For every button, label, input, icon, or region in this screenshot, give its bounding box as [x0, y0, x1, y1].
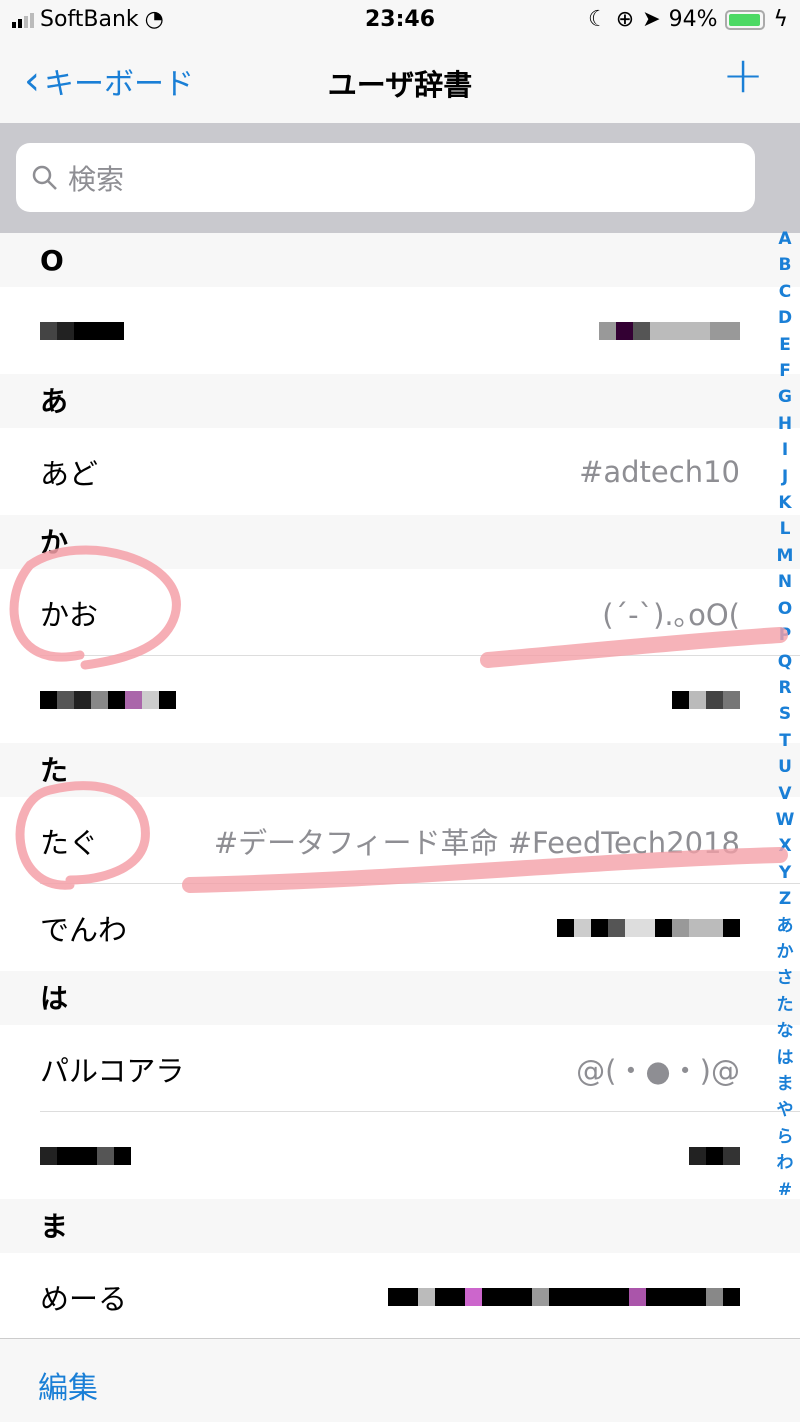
- index-letter[interactable]: U: [778, 754, 792, 780]
- reading: #adtech10: [579, 454, 740, 489]
- index-letter[interactable]: K: [778, 490, 791, 516]
- list-item[interactable]: かお (´-`).｡oO(: [0, 569, 800, 656]
- page-title: ユーザ辞書: [327, 68, 473, 102]
- index-letter[interactable]: は: [777, 1045, 794, 1071]
- index-letter[interactable]: R: [778, 675, 791, 701]
- index-letter[interactable]: X: [778, 833, 791, 859]
- index-letter[interactable]: た: [777, 992, 794, 1018]
- index-letter[interactable]: ら: [777, 1124, 794, 1150]
- redacted-word: [40, 690, 176, 709]
- list-item[interactable]: [0, 656, 800, 743]
- index-letter[interactable]: Q: [778, 649, 792, 675]
- list-item[interactable]: [0, 287, 800, 374]
- battery-icon: [725, 9, 766, 30]
- redacted-word: [40, 321, 124, 340]
- word: かお: [40, 597, 99, 632]
- redacted-reading: [672, 690, 740, 709]
- index-letter[interactable]: Z: [779, 886, 791, 912]
- index-letter[interactable]: H: [778, 411, 792, 437]
- index-letter[interactable]: あ: [777, 913, 794, 939]
- reading: @(・●・)@: [576, 1053, 740, 1088]
- list-item[interactable]: たぐ #データフィード革命 #FeedTech2018: [0, 797, 800, 884]
- location-icon: ➤: [642, 7, 661, 32]
- bottom-toolbar: 編集: [0, 1338, 800, 1422]
- index-letter[interactable]: I: [782, 437, 788, 463]
- redacted-reading: [689, 1146, 740, 1165]
- index-letter[interactable]: #: [778, 1177, 792, 1203]
- moon-icon: ☾: [587, 7, 608, 32]
- index-letter[interactable]: W: [776, 807, 795, 833]
- dictionary-list: O あ あど #adtech10 か かお (´-`).｡oO( た たぐ #データフ…: [0, 233, 800, 1340]
- index-letter[interactable]: T: [779, 728, 791, 754]
- index-letter[interactable]: B: [779, 252, 792, 278]
- section-header: は: [0, 971, 800, 1025]
- redacted-reading: [599, 321, 740, 340]
- index-letter[interactable]: G: [778, 384, 792, 410]
- search-input[interactable]: 検索: [16, 143, 755, 212]
- section-header: O: [0, 233, 800, 287]
- redacted-word: [40, 1146, 131, 1165]
- index-letter[interactable]: F: [779, 358, 791, 384]
- index-letter[interactable]: わ: [777, 1150, 794, 1176]
- navigation-bar: ‹ キーボード ユーザ辞書 +: [0, 40, 800, 123]
- index-letter[interactable]: D: [778, 305, 792, 331]
- list-item[interactable]: パルコアラ @(・●・)@: [0, 1025, 800, 1112]
- index-letter[interactable]: L: [780, 516, 791, 542]
- index-letter[interactable]: か: [777, 939, 794, 965]
- index-letter[interactable]: ま: [777, 1071, 794, 1097]
- search-bar: 検索: [0, 123, 800, 233]
- status-bar: SoftBank ◔ 23:46 ☾ ⊕ ➤ 94% ϟ: [0, 0, 800, 40]
- word: でんわ: [40, 912, 128, 947]
- list-item[interactable]: あど #adtech10: [0, 428, 800, 515]
- reading: (´-`).｡oO(: [602, 597, 740, 632]
- redacted-reading: [557, 918, 740, 937]
- edit-button[interactable]: 編集: [38, 1363, 98, 1407]
- index-letter[interactable]: さ: [777, 965, 794, 991]
- word: パルコアラ: [40, 1053, 185, 1088]
- index-letter[interactable]: S: [779, 701, 791, 727]
- word: あど: [40, 456, 99, 491]
- list-item[interactable]: [0, 1112, 800, 1199]
- redacted-reading: [388, 1287, 740, 1306]
- reading: #データフィード革命 #FeedTech2018: [213, 825, 740, 860]
- index-letter[interactable]: な: [777, 1018, 794, 1044]
- word: たぐ: [40, 825, 99, 860]
- index-letter[interactable]: や: [777, 1097, 794, 1123]
- search-icon: [32, 165, 57, 190]
- search-placeholder: 検索: [68, 162, 125, 196]
- section-header: あ: [0, 374, 800, 428]
- rotation-lock-icon: ⊕: [615, 7, 635, 32]
- index-letter[interactable]: Y: [779, 860, 791, 886]
- charging-icon: ϟ: [773, 7, 788, 32]
- add-button[interactable]: +: [722, 50, 764, 100]
- section-header: た: [0, 743, 800, 797]
- list-item[interactable]: でんわ: [0, 884, 800, 971]
- index-letter[interactable]: O: [778, 596, 792, 622]
- index-letter[interactable]: A: [778, 226, 791, 252]
- list-item[interactable]: めーる: [0, 1253, 800, 1340]
- section-header: か: [0, 515, 800, 569]
- plus-icon: +: [722, 46, 764, 104]
- index-letter[interactable]: J: [782, 464, 788, 490]
- index-letter[interactable]: P: [779, 622, 791, 648]
- battery-percent: 94%: [668, 7, 718, 32]
- section-index[interactable]: A B C D E F G H I J K L M N O P Q R S T U V W X Y Z あかさたなはまやらわ #: [770, 226, 800, 1203]
- index-letter[interactable]: M: [777, 543, 794, 569]
- index-letter[interactable]: N: [778, 569, 792, 595]
- index-letter[interactable]: C: [779, 279, 791, 305]
- index-letter[interactable]: E: [779, 332, 791, 358]
- section-header: ま: [0, 1199, 800, 1253]
- word: めーる: [40, 1281, 128, 1316]
- index-letter[interactable]: V: [778, 781, 791, 807]
